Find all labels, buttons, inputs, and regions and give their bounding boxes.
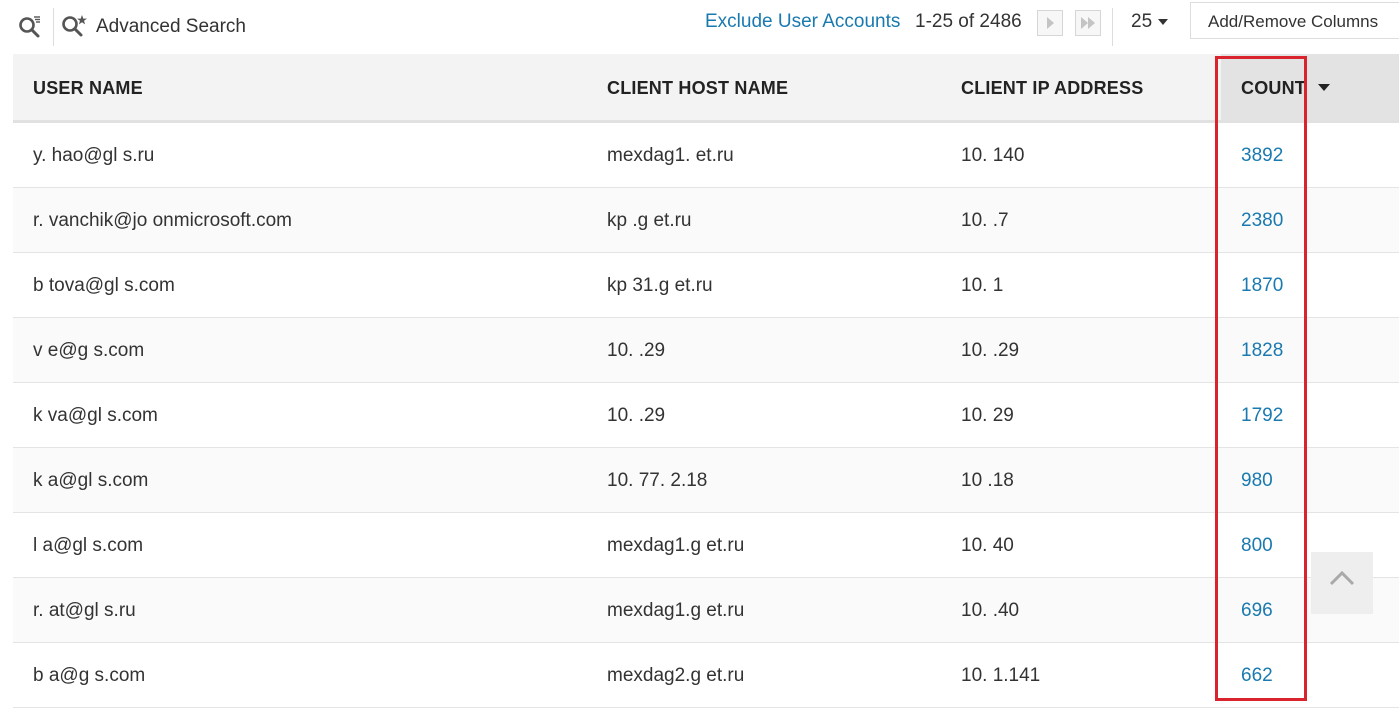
table-row: k a@gl s.com 10. 77. 2.18 10 .18 980 bbox=[13, 448, 1399, 513]
column-header-client-host-name[interactable]: CLIENT HOST NAME bbox=[607, 54, 788, 120]
next-page-button[interactable] bbox=[1037, 10, 1063, 36]
cell-user-name: b tova@gl s.com bbox=[33, 275, 175, 296]
cell-count-link[interactable]: 3892 bbox=[1241, 123, 1331, 187]
cell-client-host-name: 10. .29 bbox=[607, 340, 666, 361]
page-size-value: 25 bbox=[1131, 11, 1153, 32]
cell-client-ip-address: 10. 1.141 bbox=[961, 665, 1041, 686]
table-row: k va@gl s.com 10. .29 10. 29 1792 bbox=[13, 383, 1399, 448]
cell-client-ip-address: 10. 40 bbox=[961, 535, 1014, 556]
cell-user-name: r. vanchik@jo onmicrosoft.com bbox=[33, 210, 292, 231]
cell-count-link[interactable]: 980 bbox=[1241, 448, 1331, 512]
cell-count-link[interactable]: 1870 bbox=[1241, 253, 1331, 317]
column-header-count[interactable]: COUNT bbox=[1221, 54, 1399, 120]
table-row: y. hao@gl s.ru mexdag1. et.ru 10. 140 38… bbox=[13, 123, 1399, 188]
cell-client-ip-address: 10. .40 bbox=[961, 600, 1020, 621]
cell-client-host-name: kp 31.g et.ru bbox=[607, 275, 713, 296]
cell-client-host-name: mexdag2.g et.ru bbox=[607, 665, 745, 686]
pager-range: 1-25 of 2486 bbox=[915, 11, 1022, 32]
cell-client-ip-address: 10. .7 bbox=[961, 210, 1009, 231]
data-table: USER NAME CLIENT HOST NAME CLIENT IP ADD… bbox=[13, 54, 1399, 708]
table-row: l a@gl s.com mexdag1.g et.ru 10. 40 800 bbox=[13, 513, 1399, 578]
column-header-client-ip-address[interactable]: CLIENT IP ADDRESS bbox=[961, 54, 1143, 120]
cell-client-host-name: 10. 77. 2.18 bbox=[607, 470, 708, 491]
scroll-to-top-button[interactable] bbox=[1311, 552, 1373, 614]
column-header-user-name[interactable]: USER NAME bbox=[33, 54, 143, 120]
play-next-icon bbox=[1047, 17, 1054, 29]
fast-forward-icon bbox=[1081, 17, 1095, 29]
advanced-search-label: Advanced Search bbox=[96, 16, 246, 37]
cell-count-link[interactable]: 1792 bbox=[1241, 383, 1331, 447]
cell-client-ip-address: 10. .29 bbox=[961, 340, 1020, 361]
add-remove-columns-button[interactable]: Add/Remove Columns bbox=[1190, 2, 1399, 39]
exclude-user-accounts-link[interactable]: Exclude User Accounts bbox=[705, 11, 900, 33]
chevron-up-icon bbox=[1329, 570, 1355, 586]
cell-client-host-name: mexdag1.g et.ru bbox=[607, 600, 745, 621]
advanced-search-icon bbox=[62, 15, 87, 37]
search-filter-icon[interactable] bbox=[17, 14, 43, 40]
cell-client-ip-address: 10. 140 bbox=[961, 145, 1025, 166]
cell-user-name: l a@gl s.com bbox=[33, 535, 144, 556]
toolbar-divider bbox=[53, 8, 54, 46]
table-row: v e@g s.com 10. .29 10. .29 1828 bbox=[13, 318, 1399, 383]
cell-user-name: v e@g s.com bbox=[33, 340, 145, 361]
cell-client-ip-address: 10. 29 bbox=[961, 405, 1014, 426]
column-header-count-label: COUNT bbox=[1241, 78, 1306, 98]
cell-user-name: k a@gl s.com bbox=[33, 470, 149, 491]
cell-client-ip-address: 10. 1 bbox=[961, 275, 1004, 296]
toolbar-divider bbox=[1112, 8, 1113, 46]
cell-client-host-name: mexdag1. et.ru bbox=[607, 145, 734, 166]
report-page: Advanced Search Exclude User Accounts 1-… bbox=[0, 0, 1399, 713]
table-row: b tova@gl s.com kp 31.g et.ru 10. 1 1870 bbox=[13, 253, 1399, 318]
cell-user-name: r. at@gl s.ru bbox=[33, 600, 136, 621]
advanced-search-button[interactable]: Advanced Search bbox=[60, 12, 246, 42]
table-row: b a@g s.com mexdag2.g et.ru 10. 1.141 66… bbox=[13, 643, 1399, 708]
sort-descending-icon bbox=[1318, 83, 1330, 91]
cell-client-ip-address: 10 .18 bbox=[961, 470, 1014, 491]
chevron-down-icon bbox=[1158, 19, 1169, 25]
cell-count-link[interactable]: 2380 bbox=[1241, 188, 1331, 252]
table-header: USER NAME CLIENT HOST NAME CLIENT IP ADD… bbox=[13, 54, 1399, 123]
cell-client-host-name: mexdag1.g et.ru bbox=[607, 535, 745, 556]
cell-user-name: b a@g s.com bbox=[33, 665, 146, 686]
last-page-button[interactable] bbox=[1075, 10, 1101, 36]
cell-user-name: k va@gl s.com bbox=[33, 405, 158, 426]
table-row: r. vanchik@jo onmicrosoft.com kp .g et.r… bbox=[13, 188, 1399, 253]
cell-client-host-name: kp .g et.ru bbox=[607, 210, 692, 231]
page-size-select[interactable]: 25 bbox=[1131, 11, 1169, 33]
toolbar: Advanced Search Exclude User Accounts 1-… bbox=[0, 0, 1399, 54]
cell-count-link[interactable]: 1828 bbox=[1241, 318, 1331, 382]
table-row: r. at@gl s.ru mexdag1.g et.ru 10. .40 69… bbox=[13, 578, 1399, 643]
cell-count-link[interactable]: 662 bbox=[1241, 643, 1331, 707]
cell-client-host-name: 10. .29 bbox=[607, 405, 666, 426]
cell-user-name: y. hao@gl s.ru bbox=[33, 145, 155, 166]
